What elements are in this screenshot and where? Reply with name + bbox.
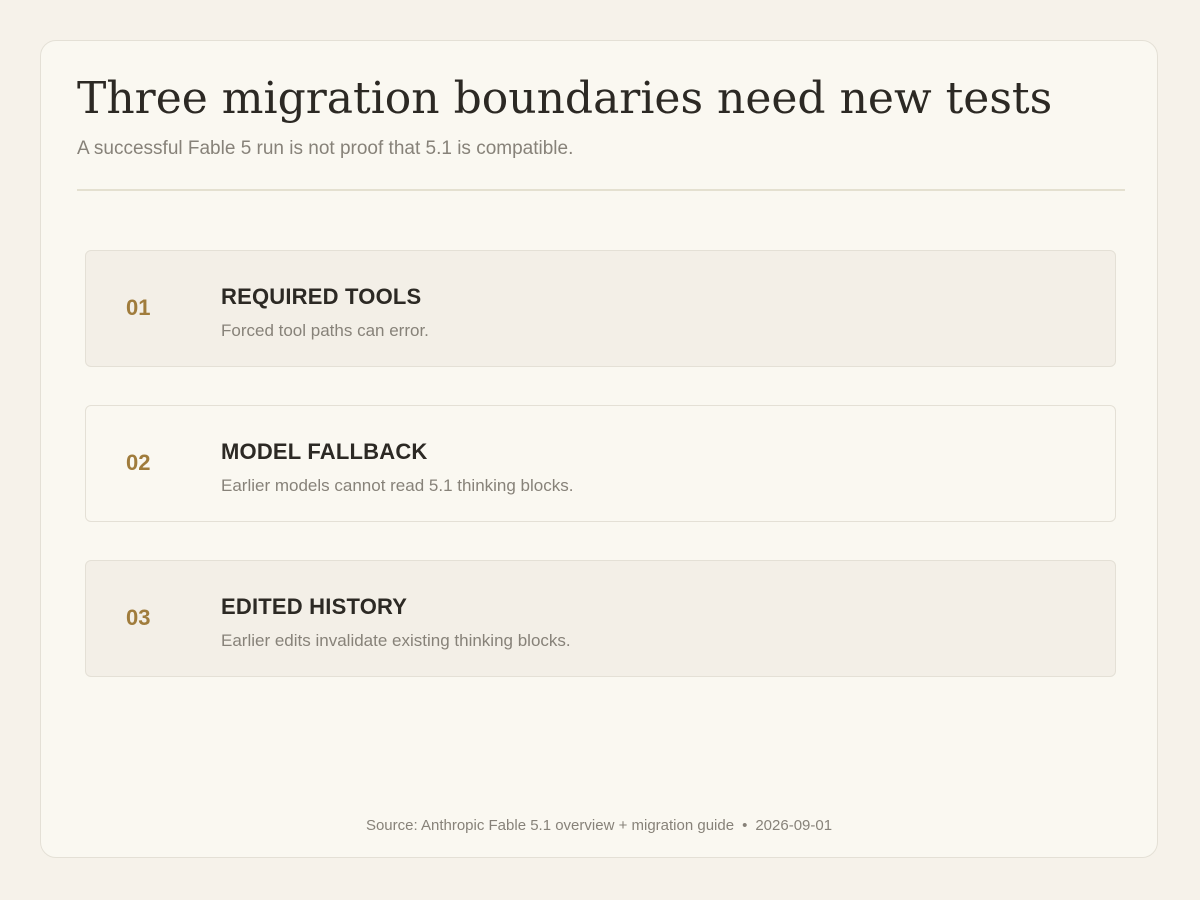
item-number: 02 (126, 450, 151, 475)
item-number: 01 (126, 295, 151, 320)
source-text: Source: Anthropic Fable 5.1 overview + m… (365, 817, 735, 834)
item-description: Earlier edits invalidate existing thinki… (221, 631, 571, 650)
item-number: 03 (126, 605, 151, 630)
source-date: 2026-09-01 (755, 817, 833, 834)
item-heading: MODEL FALLBACK (221, 439, 428, 464)
header-divider (77, 189, 1125, 191)
content-card: Three migration boundaries need new test… (40, 40, 1158, 858)
item-description: Forced tool paths can error. (221, 321, 429, 340)
item-description: Earlier models cannot read 5.1 thinking … (221, 476, 574, 495)
item-heading: EDITED HISTORY (221, 594, 408, 619)
source-footer: Source: Anthropic Fable 5.1 overview + m… (41, 816, 1157, 836)
item-heading: REQUIRED TOOLS (221, 284, 422, 309)
boundary-item-edited-history: 03 EDITED HISTORY Earlier edits invalida… (85, 560, 1116, 677)
footer-separator: • (742, 817, 748, 834)
boundary-item-required-tools: 01 REQUIRED TOOLS Forced tool paths can … (85, 250, 1116, 367)
boundary-item-model-fallback: 02 MODEL FALLBACK Earlier models cannot … (85, 405, 1116, 522)
page-title: Three migration boundaries need new test… (77, 73, 1053, 124)
page-subtitle: A successful Fable 5 run is not proof th… (77, 138, 574, 159)
